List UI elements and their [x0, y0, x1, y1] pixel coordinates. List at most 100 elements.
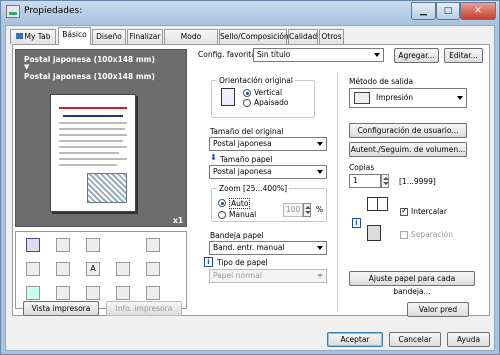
paper-size-select[interactable]: Postal japonesa: [209, 165, 327, 179]
font-icon[interactable]: A: [86, 262, 100, 276]
close-icon[interactable]: ✕: [460, 2, 496, 20]
zoom-manual-radio[interactable]: [218, 211, 226, 219]
booklet-icon[interactable]: [116, 262, 130, 276]
adjust-paper-button[interactable]: Ajuste papel para cada bandeja...: [349, 271, 475, 296]
layout-icon[interactable]: [26, 238, 40, 252]
tab-label: Diseño: [96, 32, 122, 41]
preview-original-size: Postal japonesa (100x148 mm): [24, 55, 155, 64]
page-icon: [377, 197, 388, 211]
add-favorite-button[interactable]: Agregar...: [394, 48, 439, 63]
zoom-spinner[interactable]: [303, 203, 311, 217]
zoom-manual-label: Manual: [229, 210, 257, 219]
tab-calidad[interactable]: Calidad: [288, 29, 318, 44]
tab-otros[interactable]: Otros: [319, 29, 344, 44]
watermark-icon[interactable]: [116, 286, 130, 300]
portrait-orientation-icon: [221, 88, 235, 106]
chevron-down-icon: [457, 96, 463, 100]
punch-icon[interactable]: [56, 286, 70, 300]
favorite-config-value: Sin título: [257, 50, 291, 59]
duplex-icon[interactable]: [26, 262, 40, 276]
preview-copies-badge: x1: [173, 216, 184, 225]
tab-diseno[interactable]: Diseño: [92, 29, 126, 44]
paper-size-value: Postal japonesa: [213, 167, 272, 176]
preview-text-line: [59, 152, 119, 154]
view-printer-button[interactable]: Vista impresora: [23, 301, 99, 316]
output-method-label: Método de salida: [349, 77, 414, 86]
orientation-vertical-radio[interactable]: [243, 89, 251, 97]
window-title: Propiedades:: [24, 6, 83, 16]
separation-checkbox[interactable]: [400, 231, 408, 239]
column-divider: [337, 73, 338, 311]
tab-label: Básico: [62, 30, 87, 39]
basic-tab-panel: Postal japonesa (100x148 mm) ▼ Postal ja…: [12, 44, 490, 317]
collate-checkbox[interactable]: [400, 206, 408, 216]
fold-icon[interactable]: [146, 286, 160, 300]
paper-type-select[interactable]: Papel normal: [209, 269, 327, 283]
orientation-title: Orientación original: [217, 76, 295, 85]
copies-range: [1...9999]: [399, 177, 436, 186]
preview-arrow-icon: ▼: [24, 63, 30, 71]
chevron-down-icon: [317, 246, 323, 250]
tab-label: My Tab: [24, 32, 51, 41]
auth-tracking-button[interactable]: Autent./Seguim. de volumen...: [349, 142, 467, 157]
output-method-select[interactable]: Impresión: [349, 88, 467, 108]
tab-label: Calidad: [289, 32, 318, 41]
dialog-client-area: My Tab Básico Diseño Finalizar Modo port…: [5, 25, 495, 351]
paper-type-info-icon: i: [204, 257, 213, 267]
separation-label: Separación: [411, 230, 453, 239]
stamp-icon[interactable]: [146, 262, 160, 276]
staple-icon[interactable]: [56, 238, 70, 252]
preview-paper-size: Postal japonesa (100x148 mm): [24, 72, 155, 81]
preview-text-line: [59, 164, 117, 166]
favorite-config-select[interactable]: Sin título: [253, 48, 384, 62]
preview-text-line: [59, 128, 125, 130]
original-size-select[interactable]: Postal japonesa: [209, 137, 327, 151]
minimize-button[interactable]: ▁: [411, 2, 436, 20]
paper-type-label: Tipo de papel: [217, 258, 268, 267]
print-preview: Postal japonesa (100x148 mm) ▼ Postal ja…: [15, 49, 187, 227]
user-icon[interactable]: [86, 286, 100, 300]
zoom-title: Zoom [25...400%]: [217, 184, 289, 193]
tab-modo-portada[interactable]: Modo portada: [164, 29, 218, 54]
title-bar: Propiedades: ▁ □ ✕: [1, 1, 499, 23]
tab-sello-composicion[interactable]: Sello/Composición: [219, 29, 289, 44]
pages-icon[interactable]: [56, 262, 70, 276]
maximize-button[interactable]: □: [436, 2, 460, 20]
zoom-auto-radio[interactable]: [218, 199, 226, 207]
preview-text-line: [59, 122, 127, 124]
preview-text-line: [59, 158, 127, 160]
tab-my-tab[interactable]: My Tab: [10, 29, 56, 44]
separation-icon: [367, 225, 381, 241]
chevron-down-icon: [317, 170, 323, 174]
preview-text-line: [63, 115, 123, 117]
collate-preview-icon: [367, 195, 389, 221]
paper-size-label: Tamaño papel: [220, 155, 273, 164]
copies-spinner[interactable]: [381, 174, 389, 188]
zoom-auto-label: Auto: [229, 198, 251, 209]
color-icon[interactable]: [26, 286, 40, 300]
copies-input[interactable]: 1: [349, 174, 381, 188]
printer-icon: [354, 92, 370, 104]
edit-favorite-button[interactable]: Editar...: [444, 48, 483, 63]
printer-info-button[interactable]: Info. impresora: [106, 301, 182, 316]
preview-image-block: [87, 173, 127, 203]
export-icon[interactable]: [146, 238, 160, 252]
help-button[interactable]: Ayuda: [447, 332, 490, 347]
preview-text-line: [59, 146, 127, 148]
default-value-button[interactable]: Valor pred: [407, 302, 469, 317]
chevron-down-icon: [317, 142, 323, 146]
orientation-vertical-label: Vertical: [254, 88, 283, 97]
user-settings-button[interactable]: Configuración de usuario...: [349, 123, 467, 138]
tab-finalizar[interactable]: Finalizar: [127, 29, 163, 44]
copies-icon[interactable]: [86, 238, 100, 252]
function-icon-panel: A: [15, 231, 187, 309]
paper-tray-select[interactable]: Band. entr. manual: [209, 241, 327, 255]
tab-basico[interactable]: Básico: [58, 27, 91, 45]
orientation-landscape-radio[interactable]: [243, 99, 251, 107]
preview-red-line: [59, 107, 127, 109]
zoom-value-input[interactable]: 100: [283, 203, 303, 217]
paper-tray-label: Bandeja papel: [210, 231, 264, 240]
accept-button[interactable]: Aceptar: [327, 332, 383, 347]
original-size-label: Tamaño del original: [210, 127, 284, 136]
cancel-button[interactable]: Cancelar: [389, 332, 441, 347]
